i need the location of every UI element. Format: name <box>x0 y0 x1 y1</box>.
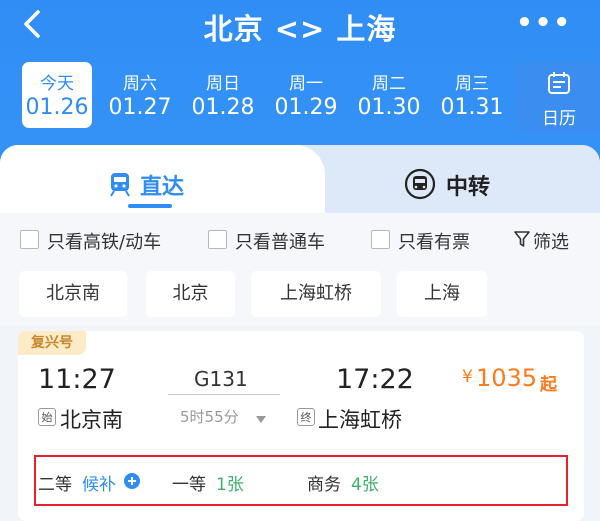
normal-train-label[interactable]: 只看普通车 <box>235 228 325 254</box>
seat-count: 4张 <box>351 475 379 495</box>
arrive-time: 17:22 <box>336 364 414 395</box>
date-value: 01.29 <box>274 95 338 120</box>
seat-availability: 二等 候补 一等 1张 商务 4张 <box>34 455 568 506</box>
arrive-station: 上海虹桥 <box>318 408 402 432</box>
date-item[interactable]: 周三 01.31 <box>437 62 507 128</box>
high-speed-checkbox[interactable] <box>20 230 39 249</box>
seat-class: 二等 <box>38 475 72 495</box>
filter-button[interactable]: 筛选 <box>533 228 569 254</box>
date-item[interactable]: 周六 01.27 <box>105 62 175 128</box>
date-item[interactable]: 周一 01.29 <box>271 62 341 128</box>
date-value: 01.30 <box>357 95 421 120</box>
date-item-today[interactable]: 今天 01.26 <box>22 62 92 128</box>
page-title: 北京 <> 上海 <box>203 12 397 46</box>
caret-down-icon[interactable] <box>255 410 267 429</box>
date-value: 01.27 <box>108 95 172 120</box>
calendar-icon <box>518 70 600 100</box>
route-divider <box>168 394 280 395</box>
funnel-icon[interactable] <box>514 231 530 252</box>
waitlist-link[interactable]: 候补 <box>82 470 116 495</box>
date-item[interactable]: 周二 01.30 <box>354 62 424 128</box>
depart-tag: 始 <box>38 408 56 426</box>
station-chip[interactable]: 上海 <box>397 271 487 317</box>
date-weekday: 周三 <box>455 74 489 94</box>
station-chip[interactable]: 上海虹桥 <box>251 271 381 317</box>
train-icon <box>109 171 131 201</box>
date-weekday: 今天 <box>40 74 74 94</box>
arrive-tag: 终 <box>297 408 315 426</box>
seat-class: 一等 <box>172 475 206 495</box>
station-chip[interactable]: 北京南 <box>19 271 127 317</box>
station-chip[interactable]: 北京 <box>146 271 235 317</box>
tab-indicator <box>128 204 172 208</box>
plus-circle-icon[interactable] <box>123 472 141 494</box>
calendar-button[interactable]: 日历 <box>518 62 600 132</box>
date-weekday: 周六 <box>123 74 157 94</box>
tab-transfer[interactable]: 中转 <box>300 145 600 213</box>
available-label[interactable]: 只看有票 <box>398 228 470 254</box>
train-circle-icon <box>403 167 437 205</box>
station-filter: 北京南 北京 上海虹桥 上海 <box>0 263 600 325</box>
date-item[interactable]: 周日 01.28 <box>188 62 258 128</box>
train-card[interactable]: 复兴号 11:27 始 北京南 G131 5时55分 17:22 终 上海虹桥 … <box>18 331 584 521</box>
date-weekday: 周二 <box>372 74 406 94</box>
tab-direct-label: 直达 <box>140 175 185 200</box>
date-selector: 今天 01.26 周六 01.27 周日 01.28 周一 01.29 周二 0… <box>0 62 600 132</box>
tab-direct[interactable]: 直达 <box>0 145 325 213</box>
train-type-badge: 复兴号 <box>18 331 86 355</box>
seat-class: 商务 <box>307 475 341 495</box>
date-value: 01.26 <box>25 95 89 120</box>
calendar-label: 日历 <box>542 109 576 129</box>
date-value: 01.28 <box>191 95 255 120</box>
date-weekday: 周一 <box>289 74 323 94</box>
depart-station: 北京南 <box>60 408 123 432</box>
top-bar: 北京 <> 上海 ••• <box>0 0 600 50</box>
depart-time: 11:27 <box>38 364 116 395</box>
tab-bar: 中转 直达 <box>0 145 600 213</box>
more-icon[interactable]: ••• <box>516 8 572 38</box>
price: 1035 <box>476 364 538 392</box>
seat-count: 1张 <box>216 475 244 495</box>
date-weekday: 周日 <box>206 74 240 94</box>
filter-bar: 只看高铁/动车 只看普通车 只看有票 筛选 <box>0 213 600 263</box>
tab-transfer-label: 中转 <box>446 175 491 200</box>
price-suffix: 起 <box>540 375 557 395</box>
duration[interactable]: 5时55分 <box>180 406 239 427</box>
price-symbol: ¥ <box>462 367 473 387</box>
date-value: 01.31 <box>440 95 504 120</box>
train-number: G131 <box>194 367 248 391</box>
available-checkbox[interactable] <box>371 230 390 249</box>
high-speed-label[interactable]: 只看高铁/动车 <box>47 228 161 254</box>
normal-train-checkbox[interactable] <box>208 230 227 249</box>
